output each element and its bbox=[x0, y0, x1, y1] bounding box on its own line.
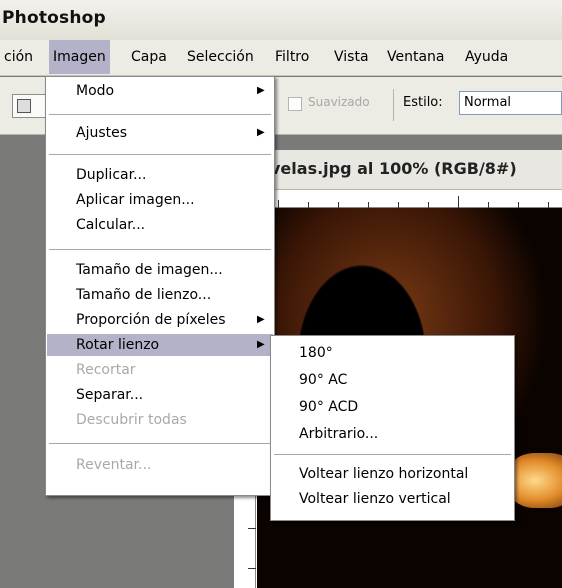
submenu-item-voltear-horizontal[interactable]: Voltear lienzo horizontal bbox=[272, 463, 513, 485]
menu-item-aplicar-imagen[interactable]: Aplicar imagen... bbox=[47, 189, 273, 211]
menu-item-ajustes[interactable]: Ajustes ▶ bbox=[47, 122, 273, 144]
menu-item-recortar: Recortar bbox=[47, 359, 273, 381]
menu-item-label: Descubrir todas bbox=[76, 412, 187, 428]
menu-item-descubrir-todas: Descubrir todas bbox=[47, 409, 273, 431]
submenu-item-voltear-vertical[interactable]: Voltear lienzo vertical bbox=[272, 488, 513, 510]
menu-item-label: Recortar bbox=[76, 362, 136, 378]
title-bar: Photoshop bbox=[0, 0, 562, 40]
menu-item-proporcion-pixeles[interactable]: Proporción de píxeles ▶ bbox=[47, 309, 273, 331]
menu-item-tamano-imagen[interactable]: Tamaño de imagen... bbox=[47, 259, 273, 281]
menu-item-label: Tamaño de lienzo... bbox=[76, 287, 212, 303]
submenu-item-90-acd[interactable]: 90° ACD bbox=[272, 396, 513, 418]
submenu-item-180[interactable]: 180° bbox=[272, 342, 513, 364]
submenu-item-arbitrario[interactable]: Arbitrario... bbox=[272, 423, 513, 445]
submenu-arrow-icon: ▶ bbox=[257, 127, 265, 138]
menu-separator bbox=[49, 154, 271, 155]
menu-ayuda[interactable]: Ayuda bbox=[461, 40, 512, 74]
menu-separator bbox=[49, 114, 271, 115]
horizontal-ruler bbox=[234, 190, 562, 208]
antialias-label: Suavizado bbox=[308, 95, 370, 109]
menu-item-label: Ajustes bbox=[76, 125, 128, 141]
menu-item-label: Modo bbox=[76, 83, 115, 99]
menu-item-label: Tamaño de imagen... bbox=[76, 262, 223, 278]
menu-item-label: Rotar lienzo bbox=[76, 337, 160, 353]
menu-item-rotar-lienzo[interactable]: Rotar lienzo ▶ bbox=[47, 334, 273, 356]
menu-imagen[interactable]: Imagen bbox=[49, 40, 110, 74]
menu-item-label: Duplicar... bbox=[76, 167, 147, 183]
menu-seleccion[interactable]: Selección bbox=[183, 40, 258, 74]
document-title-bar[interactable]: velas.jpg al 100% (RGB/8#) bbox=[234, 150, 562, 190]
document-title: velas.jpg al 100% (RGB/8#) bbox=[270, 159, 517, 178]
marquee-icon bbox=[17, 99, 31, 113]
menu-item-modo[interactable]: Modo ▶ bbox=[47, 80, 273, 102]
menu-item-label: Proporción de píxeles bbox=[76, 312, 226, 328]
menu-item-separar[interactable]: Separar... bbox=[47, 384, 273, 406]
submenu-item-90-ac[interactable]: 90° AC bbox=[272, 369, 513, 391]
antialias-checkbox[interactable] bbox=[288, 97, 302, 111]
style-select[interactable]: Normal bbox=[459, 91, 562, 115]
menu-item-duplicar[interactable]: Duplicar... bbox=[47, 164, 273, 186]
menu-item-tamano-lienzo[interactable]: Tamaño de lienzo... bbox=[47, 284, 273, 306]
imagen-menu: Modo ▶ Ajustes ▶ Duplicar... Aplicar ima… bbox=[45, 76, 275, 496]
menu-separator bbox=[49, 443, 271, 444]
menu-item-label: Reventar... bbox=[76, 457, 152, 473]
menu-vista[interactable]: Vista bbox=[330, 40, 373, 74]
options-divider bbox=[393, 89, 394, 121]
menu-bar: ción Imagen Capa Selección Filtro Vista … bbox=[0, 40, 562, 76]
submenu-arrow-icon: ▶ bbox=[257, 314, 265, 325]
menu-item-label: Calcular... bbox=[76, 217, 146, 233]
menu-item-label: Separar... bbox=[76, 387, 144, 403]
tool-preset-picker[interactable] bbox=[12, 94, 46, 118]
menu-item-calcular[interactable]: Calcular... bbox=[47, 214, 273, 236]
candle-flame bbox=[507, 453, 562, 508]
menu-separator bbox=[49, 249, 271, 250]
menu-ventana[interactable]: Ventana bbox=[383, 40, 449, 74]
app-title: Photoshop bbox=[2, 8, 106, 28]
menu-edicion[interactable]: ción bbox=[0, 40, 37, 74]
style-label: Estilo: bbox=[403, 95, 443, 110]
rotar-lienzo-submenu: 180° 90° AC 90° ACD Arbitrario... Voltea… bbox=[270, 335, 515, 521]
menu-separator bbox=[274, 454, 511, 455]
submenu-arrow-icon: ▶ bbox=[257, 85, 265, 96]
submenu-arrow-icon: ▶ bbox=[257, 339, 265, 350]
menu-item-label: Aplicar imagen... bbox=[76, 192, 195, 208]
menu-item-reventar: Reventar... bbox=[47, 454, 273, 476]
menu-filtro[interactable]: Filtro bbox=[271, 40, 313, 74]
menu-capa[interactable]: Capa bbox=[127, 40, 171, 74]
